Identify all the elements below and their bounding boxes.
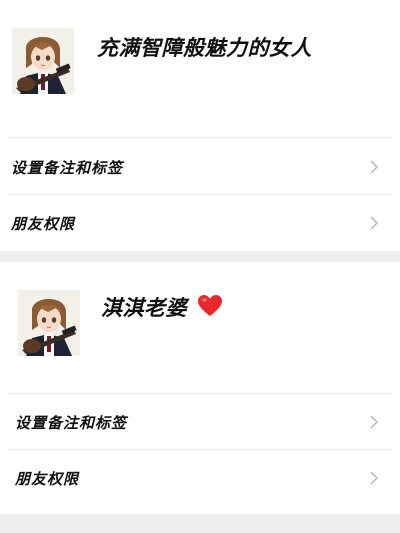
- contact-name: 淇淇老婆: [101, 292, 223, 322]
- contact-name-text: 充满智障般魅力的女人: [97, 35, 312, 60]
- chevron-right-icon: [370, 216, 378, 230]
- set-remark-tag-row[interactable]: 设置备注和标签: [0, 139, 400, 195]
- row-label: 朋友权限: [11, 214, 76, 233]
- divider: [8, 137, 392, 138]
- contact-name-text: 淇淇老婆: [101, 295, 187, 320]
- contact-settings-page: 充满智障般魅力的女人 设置备注和标签 朋友权限 淇淇老婆 设置备注和标签 朋友权…: [0, 0, 400, 533]
- friend-permission-row[interactable]: 朋友权限: [0, 195, 400, 251]
- avatar[interactable]: [18, 290, 80, 356]
- profile-header: 充满智障般魅力的女人: [0, 0, 400, 137]
- avatar-image: [12, 28, 74, 94]
- avatar[interactable]: [12, 28, 74, 94]
- chevron-right-icon: [370, 471, 378, 485]
- set-remark-tag-row[interactable]: 设置备注和标签: [0, 394, 400, 450]
- contact-card-1: 充满智障般魅力的女人 设置备注和标签 朋友权限: [0, 0, 400, 252]
- row-label: 设置备注和标签: [15, 413, 128, 432]
- row-label: 设置备注和标签: [11, 158, 124, 177]
- section-separator: [0, 514, 400, 533]
- contact-card-2: 淇淇老婆 设置备注和标签 朋友权限: [0, 262, 400, 514]
- chevron-right-icon: [370, 160, 378, 174]
- row-label: 朋友权限: [15, 469, 80, 488]
- friend-permission-row[interactable]: 朋友权限: [0, 450, 400, 506]
- chevron-right-icon: [370, 415, 378, 429]
- avatar-image: [18, 290, 80, 356]
- profile-header: 淇淇老婆: [0, 262, 400, 399]
- section-separator: [0, 251, 400, 262]
- heart-icon: [197, 295, 222, 316]
- contact-name: 充满智障般魅力的女人: [97, 32, 312, 62]
